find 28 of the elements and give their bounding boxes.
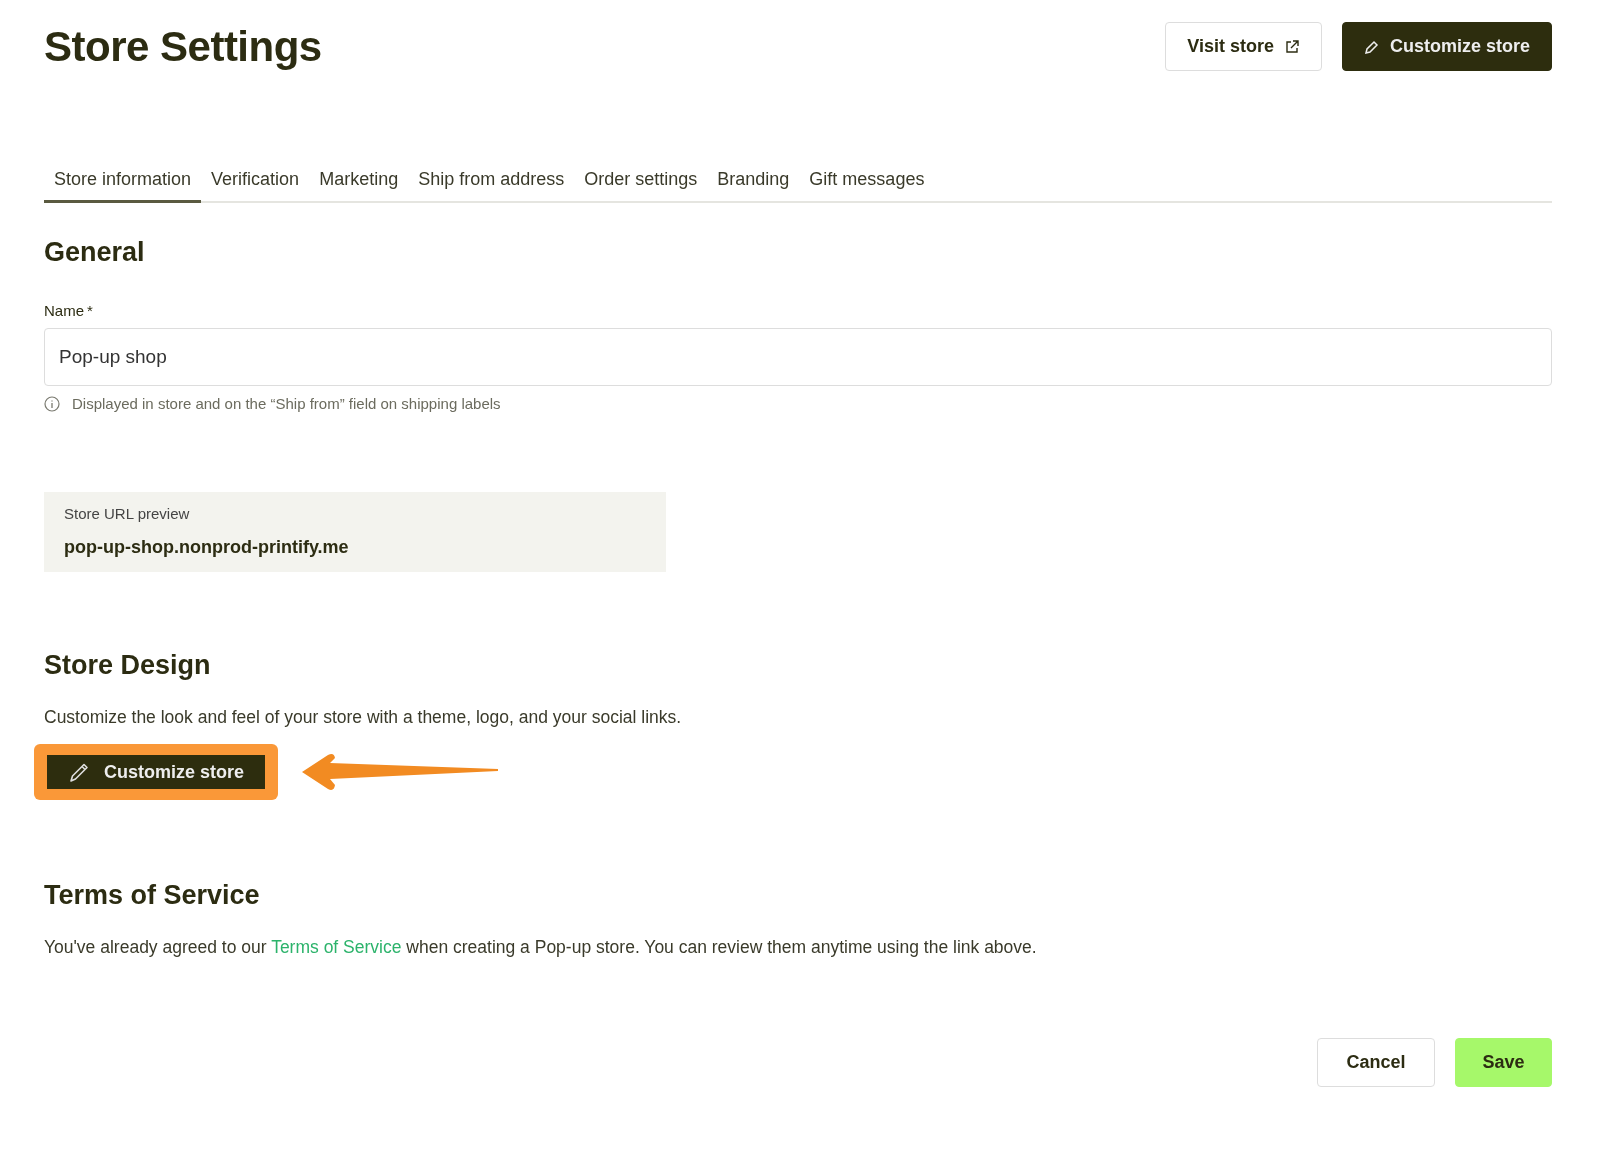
- name-input-field[interactable]: Pop-up shop: [44, 328, 1552, 386]
- tab[interactable]: Order settings: [574, 159, 708, 203]
- url-label: Store URL preview: [64, 505, 191, 522]
- footer-button[interactable]: Cancel: [1317, 1038, 1435, 1087]
- tab[interactable]: Store information: [44, 159, 202, 203]
- terms-text: You've already agreed to our Terms of Service when creating a Pop-up store. You can review them anytime using the link above.: [44, 937, 1038, 958]
- hint-text: Displayed in store and on the “Ship from” field on shipping labels: [72, 395, 501, 412]
- tab[interactable]: Branding: [707, 159, 800, 203]
- description-text: Customize the look and feel of your store with a theme, logo, and your social links.: [44, 707, 683, 728]
- header-button[interactable]: Visit store: [1165, 22, 1322, 71]
- footer-button[interactable]: Save: [1455, 1038, 1552, 1087]
- section-heading: General: [44, 237, 146, 268]
- tab[interactable]: Ship from address: [408, 159, 575, 203]
- pencil-icon: [68, 761, 90, 783]
- section-heading: Terms of Service: [44, 880, 261, 911]
- tab[interactable]: Gift messages: [799, 159, 935, 203]
- url-value: pop-up-shop.nonprod-printify.me: [64, 537, 350, 558]
- header-button[interactable]: Customize store: [1341, 22, 1552, 71]
- required-mark: *: [87, 302, 93, 319]
- pencil-icon: [1363, 38, 1380, 55]
- customize-store-button[interactable]: Customize store: [47, 755, 266, 789]
- tab[interactable]: Marketing: [309, 159, 409, 203]
- section-heading: Store Design: [44, 650, 212, 681]
- external-link-icon: [1283, 38, 1300, 55]
- info-icon: [44, 395, 60, 412]
- tab[interactable]: Verification: [201, 159, 310, 203]
- field-label: Name: [44, 302, 84, 319]
- page-title: Store Settings: [44, 22, 322, 71]
